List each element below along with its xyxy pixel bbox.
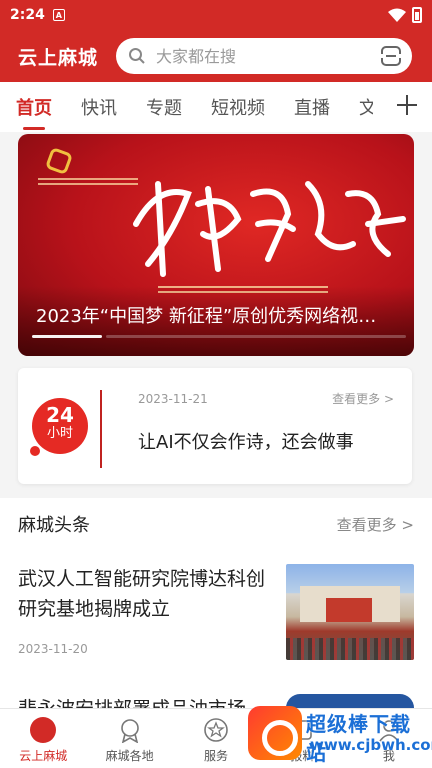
badge-circle: 24 小时 (32, 398, 88, 454)
card-divider (100, 390, 102, 468)
nav-service-label: 服务 (204, 749, 229, 763)
nav-regions[interactable]: 麻城各地 (86, 709, 172, 768)
wifi-icon (388, 8, 406, 22)
tab-more-partial[interactable]: 文 (359, 94, 373, 120)
nav-service[interactable]: 服务 (173, 709, 259, 768)
scan-icon[interactable] (380, 45, 402, 67)
status-time: 2:24 (10, 7, 45, 23)
section-title: 麻城头条 (18, 515, 90, 536)
tab-flash[interactable]: 快讯 (81, 94, 117, 120)
nav-home[interactable]: 云上麻城 (0, 709, 86, 768)
app-title: 云上麻城 (18, 46, 99, 69)
home-dot-icon (30, 717, 57, 743)
banner-calligraphy (133, 181, 406, 277)
nav-regions-label: 麻城各地 (105, 749, 154, 763)
tab-live[interactable]: 直播 (294, 94, 330, 120)
tab-short-video[interactable]: 短视频 (211, 94, 265, 120)
badge-dot (30, 446, 40, 456)
news-24h-badge: 24 小时 (30, 398, 90, 456)
status-bar: 2:24 A (0, 0, 432, 30)
notification-a-icon: A (52, 9, 65, 21)
search-bar[interactable] (116, 38, 412, 74)
article-date: 2023-11-20 (18, 642, 88, 656)
nav-home-label: 云上麻城 (19, 749, 68, 763)
badge-unit: 小时 (46, 426, 73, 441)
battery-icon (412, 7, 422, 23)
tab-topics[interactable]: 专题 (146, 94, 182, 120)
watermark-logo-icon (248, 706, 302, 760)
section-header: 麻城头条 查看更多 > (0, 498, 432, 550)
watermark: 超级棒下载站 www.cjbwh.com (248, 702, 432, 765)
channel-tabs: 首页 快讯 专题 短视频 直播 文 (0, 82, 432, 132)
search-input[interactable] (156, 46, 380, 66)
tab-home[interactable]: 首页 (16, 94, 52, 120)
news24-more-link[interactable]: 查看更多 > (332, 390, 394, 407)
medal-icon (120, 719, 139, 743)
section-more-link[interactable]: 查看更多 > (337, 514, 414, 535)
news24-date: 2023-11-21 (138, 392, 208, 406)
watermark-url: www.cjbwh.com (310, 736, 432, 754)
hero-banner[interactable]: 2023年“中国梦 新征程”原创优秀网络视听节目展播活动 (18, 134, 414, 356)
news-24h-card[interactable]: 24 小时 2023-11-21 查看更多 > 让AI不仅会作诗，还会做事 (18, 368, 412, 484)
badge-number: 24 (46, 403, 74, 427)
banner-indicator (32, 335, 406, 338)
news24-headline[interactable]: 让AI不仅会作诗，还会做事 (138, 428, 354, 454)
list-item[interactable]: 武汉人工智能研究院博达科创研究基地揭牌成立 2023-11-20 (18, 564, 414, 662)
article-thumbnail[interactable] (286, 564, 414, 660)
banner-title[interactable]: 2023年“中国梦 新征程”原创优秀网络视听节目展播活动 (36, 302, 390, 328)
header: 云上麻城 (0, 30, 432, 82)
article-title[interactable]: 武汉人工智能研究院博达科创研究基地揭牌成立 (18, 564, 268, 624)
headlines-section: 麻城头条 查看更多 > 武汉人工智能研究院博达科创研究基地揭牌成立 2023-1… (0, 498, 432, 724)
star-badge-icon (204, 718, 228, 742)
banner-logo-icon (44, 146, 74, 176)
app-root: 2:24 A 云上麻城 大家都在搜 首页 快讯 专题 短视频 直播 文 2023… (0, 0, 432, 768)
search-icon (129, 48, 145, 64)
top-bar: 2:24 A 云上麻城 (0, 0, 432, 82)
add-channel-icon[interactable] (396, 94, 418, 116)
status-icons (388, 7, 422, 23)
